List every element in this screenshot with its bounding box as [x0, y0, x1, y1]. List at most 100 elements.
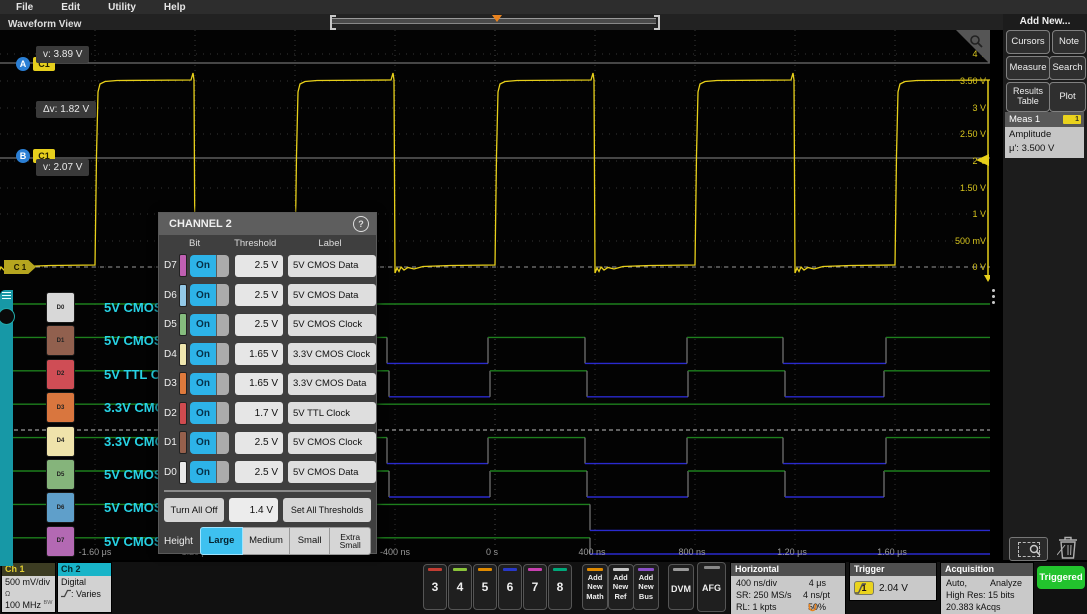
height-option-medium[interactable]: Medium [243, 527, 290, 555]
dialog-title-bar[interactable]: CHANNEL 2 ? [159, 213, 376, 235]
bit-label-field[interactable]: 5V CMOS Data [288, 255, 376, 277]
bit-toggle-knob[interactable] [216, 343, 229, 365]
bit-label-field[interactable]: 5V TTL Clock [288, 402, 376, 424]
zoom-mode-button[interactable] [1009, 537, 1048, 561]
channel-3-button[interactable]: 3 [423, 564, 447, 610]
bit-on-toggle[interactable]: On [190, 314, 216, 336]
bit-toggle-knob[interactable] [216, 284, 229, 306]
set-all-thresholds-button[interactable]: Set All Thresholds [283, 498, 371, 522]
channel-8-button[interactable]: 8 [548, 564, 572, 610]
add-button-label: Add New Ref [613, 573, 628, 601]
trash-icon[interactable] [1057, 535, 1079, 560]
dialog-bit-swatch [179, 402, 187, 425]
trigger-level-arrow-icon[interactable] [976, 154, 989, 166]
add-new-button[interactable]: Add New Ref [608, 564, 634, 610]
time-axis-label: 800 ns [661, 547, 723, 557]
dvm-button[interactable]: DVM [668, 564, 694, 610]
bit-toggle-knob[interactable] [216, 255, 229, 277]
menu-edit[interactable]: Edit [61, 2, 80, 13]
height-option-large[interactable]: Large [200, 527, 244, 555]
bit-label-field[interactable]: 3.3V CMOS Data [288, 373, 376, 395]
ch2-badge[interactable]: Ch 2 Digital : Varies [57, 562, 112, 613]
afg-button[interactable]: AFG [697, 562, 726, 612]
bit-threshold-field[interactable]: 1.65 V [235, 343, 283, 365]
time-axis-label: -1.60 μs [64, 547, 126, 557]
digital-bit-swatch[interactable]: D6 [46, 492, 75, 523]
cursor-delta-readout[interactable]: Δv: 1.82 V [36, 101, 96, 118]
cursor-a-readout[interactable]: v: 3.89 V [36, 46, 89, 63]
panel-resize-handle[interactable] [992, 286, 995, 307]
add-new-button[interactable]: Add New Bus [633, 564, 659, 610]
bit-toggle-knob[interactable] [216, 402, 229, 424]
cursor-b-readout[interactable]: v: 2.07 V [36, 159, 89, 176]
bit-label-field[interactable]: 5V CMOS Clock [288, 314, 376, 336]
digital-bit-swatch[interactable]: D3 [46, 392, 75, 423]
bit-toggle-knob[interactable] [216, 373, 229, 395]
bit-toggle-knob[interactable] [216, 461, 229, 483]
trigger-panel[interactable]: Trigger 1 2.04 V [849, 562, 937, 601]
bit-on-toggle[interactable]: On [190, 373, 216, 395]
bit-toggle-knob[interactable] [216, 432, 229, 454]
cursor-a-badge[interactable]: A [16, 57, 30, 71]
digital-bit-swatch[interactable]: D5 [46, 459, 75, 490]
add-search-button[interactable]: Search [1049, 56, 1086, 80]
digital-bit-swatch[interactable]: D0 [46, 292, 75, 323]
bit-on-toggle[interactable]: On [190, 461, 216, 483]
digital-bit-swatch[interactable]: D1 [46, 325, 75, 356]
bit-toggle-knob[interactable] [216, 314, 229, 336]
channel-4-button[interactable]: 4 [448, 564, 472, 610]
turn-all-off-button[interactable]: Turn All Off [164, 498, 224, 522]
bit-on-toggle[interactable]: On [190, 343, 216, 365]
bit-label-field[interactable]: 5V CMOS Data [288, 284, 376, 306]
bit-on-toggle[interactable]: On [190, 432, 216, 454]
bit-threshold-field[interactable]: 2.5 V [235, 255, 283, 277]
menu-help[interactable]: Help [164, 2, 186, 13]
voltage-axis-label: 3.50 V [930, 76, 986, 86]
bit-on-toggle[interactable]: On [190, 255, 216, 277]
bit-label-field[interactable]: 5V CMOS Data [288, 461, 376, 483]
bit-on-toggle[interactable]: On [190, 402, 216, 424]
time-axis-label: 400 ns [561, 547, 623, 557]
time-axis-label: 1.20 μs [761, 547, 823, 557]
digital-bit-swatch[interactable]: D2 [46, 359, 75, 390]
bit-on-toggle[interactable]: On [190, 284, 216, 306]
bit-threshold-field[interactable]: 2.5 V [235, 461, 283, 483]
acquisition-panel[interactable]: Acquisition Auto,Analyze High Res: 15 bi… [940, 562, 1034, 614]
digital-group-handle[interactable] [0, 290, 13, 566]
bit-threshold-field[interactable]: 2.5 V [235, 314, 283, 336]
threshold-icon [61, 589, 71, 598]
channel-6-button[interactable]: 6 [498, 564, 522, 610]
add-measure-button[interactable]: Measure [1006, 56, 1050, 80]
height-option-small[interactable]: Small [290, 527, 331, 555]
height-option-extra-small[interactable]: Extra Small [330, 527, 371, 555]
dialog-bit-row: D2On1.7 V5V TTL Clock [159, 399, 376, 429]
add-results-table-button[interactable]: Results Table [1006, 82, 1050, 112]
channel-5-button[interactable]: 5 [473, 564, 497, 610]
help-icon[interactable]: ? [353, 216, 369, 232]
add-cursors-button[interactable]: Cursors [1006, 30, 1050, 54]
trigger-position-icon[interactable] [492, 15, 502, 22]
overview-right-bracket[interactable] [654, 15, 660, 30]
ch1-badge[interactable]: Ch 1 500 mV/div Ω 100 MHz BW [1, 562, 56, 613]
menu-utility[interactable]: Utility [108, 2, 136, 13]
all-threshold-field[interactable]: 1.4 V [229, 498, 278, 522]
meas1-badge[interactable]: Meas 1 1 Amplitude μ': 3.500 V [1005, 112, 1084, 157]
bit-threshold-field[interactable]: 2.5 V [235, 432, 283, 454]
overview-left-bracket[interactable] [330, 15, 336, 30]
bit-label-field[interactable]: 3.3V CMOS Clock [288, 343, 376, 365]
digital-bit-swatch[interactable]: D4 [46, 426, 75, 457]
cursor-b-badge[interactable]: B [16, 149, 30, 163]
dvm-label: DVM [671, 584, 691, 595]
add-new-button[interactable]: Add New Math [582, 564, 608, 610]
dialog-bit-row: D3On1.65 V3.3V CMOS Data [159, 369, 376, 399]
dialog-bit-name: D1 [164, 437, 179, 448]
add-note-button[interactable]: Note [1052, 30, 1086, 54]
bit-label-field[interactable]: 5V CMOS Clock [288, 432, 376, 454]
channel-7-button[interactable]: 7 [523, 564, 547, 610]
horizontal-panel[interactable]: Horizontal 400 ns/div4 μs SR: 250 MS/s4 … [730, 562, 846, 614]
menu-file[interactable]: File [16, 2, 33, 13]
add-plot-button[interactable]: Plot [1049, 82, 1086, 112]
bit-threshold-field[interactable]: 1.7 V [235, 402, 283, 424]
bit-threshold-field[interactable]: 2.5 V [235, 284, 283, 306]
bit-threshold-field[interactable]: 1.65 V [235, 373, 283, 395]
